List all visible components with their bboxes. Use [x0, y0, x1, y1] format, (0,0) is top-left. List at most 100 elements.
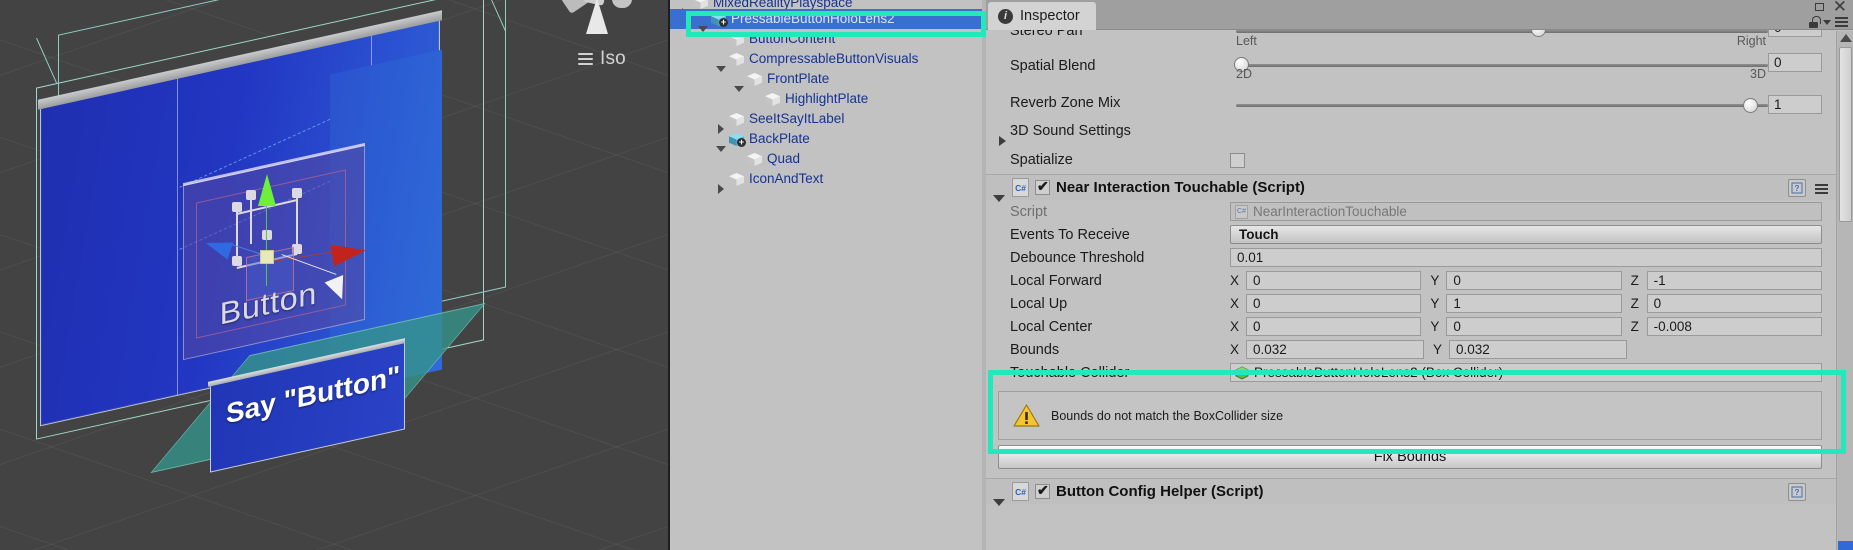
hierarchy-item-pressablebuttonhololens2[interactable]: + PressableButtonHoloLens2	[670, 9, 986, 32]
slider-knob[interactable]	[1743, 97, 1758, 113]
svg-text:?: ?	[1795, 488, 1800, 497]
bounds-vector[interactable]: X 0.032 Y 0.032	[1230, 340, 1822, 359]
cube-icon	[728, 112, 745, 127]
reverb-zone-mix-slider[interactable]: 1	[1230, 92, 1836, 115]
csharp-mini-icon: C#	[1235, 204, 1248, 219]
axis-label-z: Z	[1630, 273, 1639, 288]
slider-track	[1236, 103, 1768, 107]
local-forward-y-input[interactable]: 0	[1446, 271, 1622, 290]
events-to-receive-dropdown[interactable]: Touch	[1230, 225, 1822, 244]
bounds-y-input[interactable]: 0.032	[1449, 340, 1627, 359]
warning-icon	[1013, 403, 1040, 428]
local-up-x-input[interactable]: 0	[1246, 294, 1422, 313]
info-icon: i	[998, 8, 1013, 24]
hierarchy-item-iconandtext[interactable]: IconAndText	[670, 169, 986, 194]
stereo-pan-left-tick: Left	[1236, 33, 1257, 48]
local-center-x-input[interactable]: 0	[1246, 317, 1422, 336]
hierarchy-panel[interactable]: MixedRealityPlayspace + PressableButtonHol…	[668, 0, 986, 550]
spatialize-checkbox[interactable]	[1230, 152, 1245, 168]
inspector-panel[interactable]: i Inspector ✕ Stereo Pan Left Right Spat…	[986, 0, 1853, 550]
tab-inspector[interactable]: i Inspector	[988, 2, 1096, 30]
help-icon[interactable]: ?	[1788, 179, 1806, 197]
local-up-vector[interactable]: X 0 Y 1 Z 0	[1230, 294, 1822, 313]
inspector-toolbar-icons[interactable]	[1808, 15, 1848, 29]
hierarchy-item-seeitsayitlabel[interactable]: SeeItSayItLabel	[670, 109, 986, 134]
help-icon[interactable]: ?	[1788, 483, 1806, 501]
hierarchy-item-mixedrealityplayspace[interactable]: MixedRealityPlayspace	[670, 0, 986, 9]
cube-icon	[728, 32, 745, 47]
field-reverb-zone-mix[interactable]: Reverb Zone Mix 1	[986, 90, 1836, 116]
3d-sound-settings-label: 3D Sound Settings	[1010, 123, 1131, 139]
spatial-blend-left-tick: 2D	[1236, 67, 1252, 81]
component-menu-icon[interactable]	[1815, 182, 1828, 196]
inspector-scrollbar[interactable]	[1836, 31, 1853, 550]
local-up-z-input[interactable]: 0	[1646, 294, 1822, 313]
field-local-center[interactable]: Local Center X 0 Y 0 Z -0.008	[986, 315, 1836, 338]
hierarchy-item-quad[interactable]: Quad	[670, 149, 986, 169]
hierarchy-item-label: BackPlate	[749, 131, 810, 146]
hierarchy-item-buttoncontent[interactable]: ButtonContent	[670, 29, 986, 49]
inspector-tabstrip[interactable]: i Inspector ✕	[986, 0, 1853, 30]
component-header-near-interaction-touchable[interactable]: C# Near Interaction Touchable (Script) ?	[986, 174, 1836, 202]
close-icon[interactable]: ✕	[1833, 0, 1847, 15]
foldout-3d-sound-settings[interactable]: 3D Sound Settings	[986, 116, 1836, 146]
stereo-pan-label: Stereo Pan	[1010, 30, 1083, 39]
local-forward-vector[interactable]: X 0 Y 0 Z -1	[1230, 271, 1822, 290]
component-header-button-config-helper[interactable]: C# Button Config Helper (Script) ?	[986, 478, 1836, 506]
cube-prefab-icon: +	[728, 132, 746, 147]
local-center-z-input[interactable]: -0.008	[1646, 317, 1822, 336]
axis-label-x: X	[1230, 342, 1240, 357]
touchable-collider-object-field[interactable]: PressableButtonHoloLens2 (Box Collider)	[1230, 363, 1822, 382]
hierarchy-tree[interactable]: MixedRealityPlayspace + PressableButtonHol…	[670, 0, 986, 194]
field-debounce-threshold[interactable]: Debounce Threshold 0.01	[986, 246, 1836, 269]
hierarchy-item-label: IconAndText	[749, 171, 824, 186]
fix-bounds-button[interactable]: Fix Bounds	[998, 445, 1822, 469]
local-forward-z-input[interactable]: -1	[1646, 271, 1822, 290]
bounds-x-input[interactable]: 0.032	[1246, 340, 1424, 359]
events-to-receive-label: Events To Receive	[1010, 226, 1130, 243]
gizmo-center-handle[interactable]	[260, 250, 274, 264]
lock-icon[interactable]	[1808, 16, 1821, 29]
hierarchy-item-backplate[interactable]: + BackPlate	[670, 129, 986, 152]
hierarchy-item-compressablebuttonvisuals[interactable]: CompressableButtonVisuals	[670, 49, 986, 72]
chevron-down-icon[interactable]	[1823, 19, 1831, 25]
touchable-collider-label: Touchable Collider	[1010, 364, 1130, 381]
hierarchy-item-label: PressableButtonHoloLens2	[731, 11, 895, 26]
window-controls[interactable]: ✕	[1814, 0, 1847, 15]
scene-view-mode-label[interactable]: Iso	[578, 48, 626, 70]
field-spatialize[interactable]: Spatialize	[986, 146, 1836, 174]
axis-label-x: X	[1230, 273, 1240, 288]
iso-menu-icon[interactable]	[578, 50, 593, 68]
field-bounds[interactable]: Bounds X 0.032 Y 0.032	[986, 338, 1836, 361]
reverb-zone-mix-value[interactable]: 1	[1768, 94, 1822, 114]
field-touchable-collider[interactable]: Touchable Collider PressableButtonHoloLe…	[986, 361, 1836, 384]
move-handle-y[interactable]	[258, 174, 276, 206]
spatialize-label: Spatialize	[1010, 152, 1073, 168]
spatial-blend-value[interactable]: 0	[1768, 53, 1822, 72]
hierarchy-item-frontplate[interactable]: FrontPlate	[670, 69, 986, 92]
inspector-menu-icon[interactable]	[1835, 15, 1848, 29]
component-title: Near Interaction Touchable (Script)	[1056, 179, 1305, 196]
hierarchy-item-highlightplate[interactable]: HighlightPlate	[670, 89, 986, 109]
hierarchy-item-label: FrontPlate	[767, 71, 830, 86]
script-value: C# NearInteractionTouchable	[1230, 202, 1822, 221]
scroll-up-arrow-icon[interactable]	[1840, 34, 1852, 42]
field-local-forward[interactable]: Local Forward X 0 Y 0 Z -1	[986, 269, 1836, 292]
axis-label-x: X	[1230, 319, 1240, 334]
debounce-threshold-input[interactable]: 0.01	[1230, 248, 1822, 267]
scene-view[interactable]: Iso Button Say "Button"	[0, 0, 668, 550]
local-up-y-input[interactable]: 1	[1446, 294, 1622, 313]
hierarchy-item-label: SeeItSayItLabel	[749, 111, 845, 126]
local-center-y-input[interactable]: 0	[1446, 317, 1622, 336]
local-center-vector[interactable]: X 0 Y 0 Z -0.008	[1230, 317, 1822, 336]
component-enabled-checkbox[interactable]	[1035, 178, 1050, 195]
cube-icon	[692, 0, 709, 9]
local-forward-x-input[interactable]: 0	[1246, 271, 1422, 290]
inspector-body[interactable]: Stereo Pan 0 Left Right Spa	[986, 30, 1836, 550]
field-events-to-receive[interactable]: Events To Receive Touch	[986, 223, 1836, 246]
component-enabled-checkbox[interactable]	[1035, 482, 1050, 499]
spatial-blend-right-tick: 3D	[1750, 67, 1766, 81]
scrollbar-thumb[interactable]	[1839, 47, 1852, 222]
field-local-up[interactable]: Local Up X 0 Y 1 Z 0	[986, 292, 1836, 315]
restore-icon[interactable]	[1814, 3, 1824, 11]
